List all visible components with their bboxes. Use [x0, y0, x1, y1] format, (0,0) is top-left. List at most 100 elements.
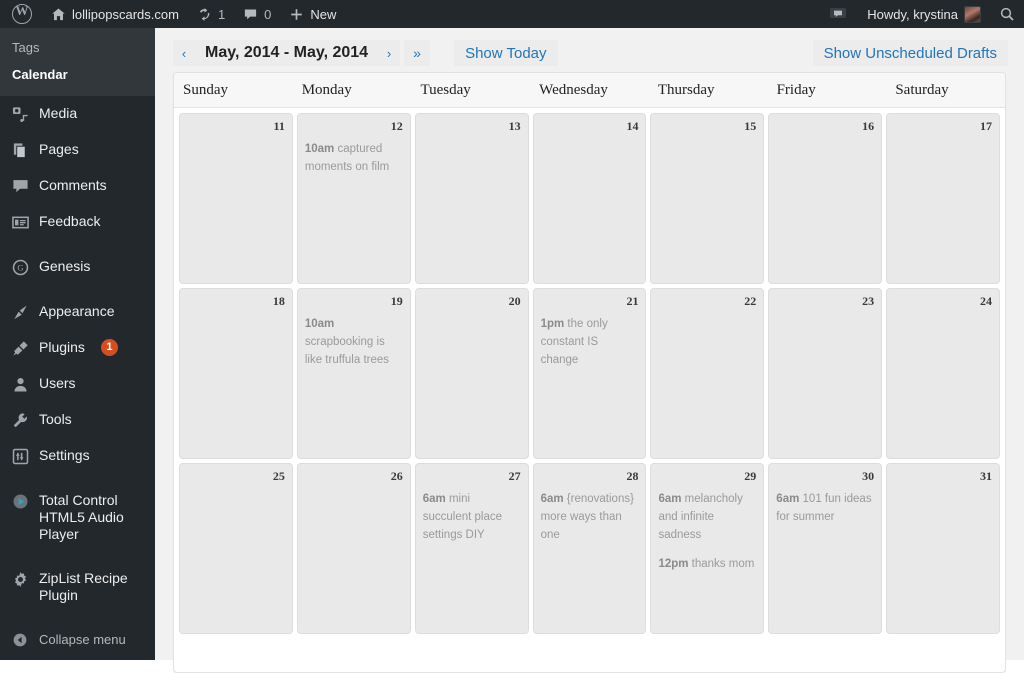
calendar-day-cell[interactable]: 18 [179, 288, 293, 459]
event-time: 6am [422, 493, 446, 505]
tools-icon [10, 411, 30, 429]
menu-separator [0, 240, 155, 249]
forward-months-button[interactable]: » [404, 40, 431, 66]
sidebar-item-tags[interactable]: Tags [0, 34, 155, 61]
wordpress-logo-button[interactable] [0, 0, 42, 28]
sidebar-item-comments[interactable]: Comments [0, 168, 155, 204]
collapse-menu-button[interactable]: Collapse menu [0, 622, 155, 658]
main-content: ‹ May, 2014 - May, 2014 › » Show Today S… [155, 28, 1024, 673]
sidebar-item-label: Appearance [39, 303, 115, 319]
calendar-day-cell[interactable]: 27 6am mini succulent place settings DIY [414, 463, 529, 634]
calendar-day-cell[interactable]: 11 [179, 113, 293, 284]
calendar-day-cell[interactable]: 12 10am captured moments on film [296, 113, 411, 284]
sidebar-item-label: Genesis [39, 258, 91, 274]
sidebar-item-label: Users [39, 375, 76, 391]
sidebar-item-media[interactable]: Media [0, 96, 155, 132]
calendar-day-cell[interactable]: 31 [886, 463, 1001, 634]
menu-separator [0, 613, 155, 622]
plus-icon [289, 7, 304, 22]
calendar-day-cell[interactable]: 16 [768, 113, 883, 284]
calendar-day-cell[interactable]: 17 [886, 113, 1001, 284]
appearance-icon [10, 303, 30, 321]
account-menu-button[interactable]: Howdy, krystina [858, 0, 990, 28]
calendar-day-cell[interactable]: 21 1pm the only constant IS change [532, 288, 647, 459]
calendar-event[interactable]: 6am mini succulent place settings DIY [423, 490, 521, 544]
sidebar-item-calendar[interactable]: Calendar [0, 61, 155, 88]
next-month-button[interactable]: › [378, 40, 401, 66]
sidebar-item-appearance[interactable]: Appearance [0, 294, 155, 330]
genesis-icon: G [10, 258, 30, 276]
event-time: 1pm [540, 318, 565, 330]
calendar-event[interactable]: 1pm the only constant IS change [541, 315, 639, 369]
show-unscheduled-drafts-button[interactable]: Show Unscheduled Drafts [812, 40, 1008, 66]
calendar-day-cell[interactable]: 14 [532, 113, 647, 284]
day-number: 27 [508, 469, 521, 483]
day-number: 19 [390, 294, 403, 308]
calendar-day-cell[interactable]: 20 [414, 288, 529, 459]
comments-button[interactable]: 0 [234, 0, 280, 28]
new-content-button[interactable]: New [280, 0, 345, 28]
calendar-day-cell[interactable]: 26 [296, 463, 411, 634]
menu-separator [0, 285, 155, 294]
howdy-label: Howdy, krystina [867, 6, 958, 22]
status-badge: 1 [100, 339, 118, 356]
sidebar-item-settings[interactable]: Settings [0, 438, 155, 474]
day-events: 10am captured moments on film [305, 140, 403, 176]
sidebar-item-genesis[interactable]: G Genesis [0, 249, 155, 285]
prev-month-button[interactable]: ‹ [173, 40, 195, 66]
day-number: 17 [980, 119, 993, 133]
sidebar-item-label: ZipList Recipe Plugin [39, 570, 128, 603]
updates-button[interactable]: 1 [188, 0, 234, 28]
calendar-event[interactable]: 6am melancholy and infinite sadness [658, 490, 756, 544]
calendar-event[interactable]: 6am {renovations} more ways than one [541, 490, 639, 544]
comments-count: 0 [264, 6, 272, 22]
sidebar-item-users[interactable]: Users [0, 366, 155, 402]
search-button[interactable] [990, 0, 1024, 28]
sidebar-item-total-control-audio-player[interactable]: Total Control HTML5 Audio Player [0, 483, 155, 552]
day-number: 21 [626, 294, 639, 308]
weekday-header: Wednesday [539, 81, 608, 98]
sidebar-item-plugins[interactable]: Plugins 1 [0, 330, 155, 366]
calendar-day-cell[interactable]: 19 10am scrapbooking is like truffula tre… [296, 288, 411, 459]
calendar-event[interactable]: 10am scrapbooking is like truffula trees [305, 315, 403, 369]
site-name-button[interactable]: lollipopscards.com [42, 0, 188, 28]
calendar-day-cell[interactable]: 23 [768, 288, 883, 459]
calendar-week-row: 25 26 27 6am mini succulent place settings … [177, 461, 1002, 636]
calendar-day-cell[interactable]: 24 [886, 288, 1001, 459]
calendar-day-cell[interactable]: 15 [650, 113, 765, 284]
sidebar-item-label: Calendar [12, 67, 68, 82]
calendar-event[interactable]: 12pm thanks mom [658, 555, 756, 573]
calendar-event[interactable]: 10am captured moments on film [305, 140, 403, 176]
event-time: 6am [540, 493, 564, 505]
sidebar-item-label: Tags [12, 40, 40, 55]
sidebar-item-tools[interactable]: Tools [0, 402, 155, 438]
sidebar-item-label: Total Control HTML5 Audio Player [39, 492, 124, 542]
calendar-event[interactable]: 6am 101 fun ideas for summer [776, 490, 874, 526]
event-time: 6am [776, 493, 800, 505]
svg-text:G: G [17, 262, 23, 272]
calendar-day-cell[interactable]: 13 [414, 113, 529, 284]
weekday-header: Monday [301, 81, 352, 98]
feedback-icon [10, 213, 30, 231]
calendar-weeks: 11 12 10am captured moments on film 13 14 15 1… [174, 108, 1005, 636]
media-icon [10, 105, 30, 123]
day-number: 29 [744, 469, 757, 483]
calendar-day-cell[interactable]: 30 6am 101 fun ideas for summer [768, 463, 883, 634]
day-number: 20 [508, 294, 521, 308]
sidebar-item-feedback[interactable]: Feedback [0, 204, 155, 240]
event-title: scrapbooking is like truffula trees [304, 336, 390, 366]
calendar-day-cell[interactable]: 28 6am {renovations} more ways than one [532, 463, 647, 634]
day-events: 6am {renovations} more ways than one [541, 490, 639, 544]
notifications-button[interactable] [818, 0, 858, 28]
search-icon [999, 6, 1015, 22]
event-time: 12pm [658, 558, 689, 570]
calendar-day-cell[interactable]: 25 [179, 463, 293, 634]
sidebar-item-ziplist-recipe-plugin[interactable]: ZipList Recipe Plugin [0, 561, 155, 613]
calendar-day-cell[interactable]: 22 [650, 288, 765, 459]
day-events: 6am 101 fun ideas for summer [776, 490, 874, 526]
sidebar-item-pages[interactable]: Pages [0, 132, 155, 168]
site-name-label: lollipopscards.com [72, 6, 179, 22]
admin-sidebar: Tags Calendar Media Pages Comments Feedb… [0, 28, 155, 660]
show-today-button[interactable]: Show Today [454, 40, 558, 66]
calendar-day-cell[interactable]: 29 6am melancholy and infinite sadness 12p… [650, 463, 765, 634]
